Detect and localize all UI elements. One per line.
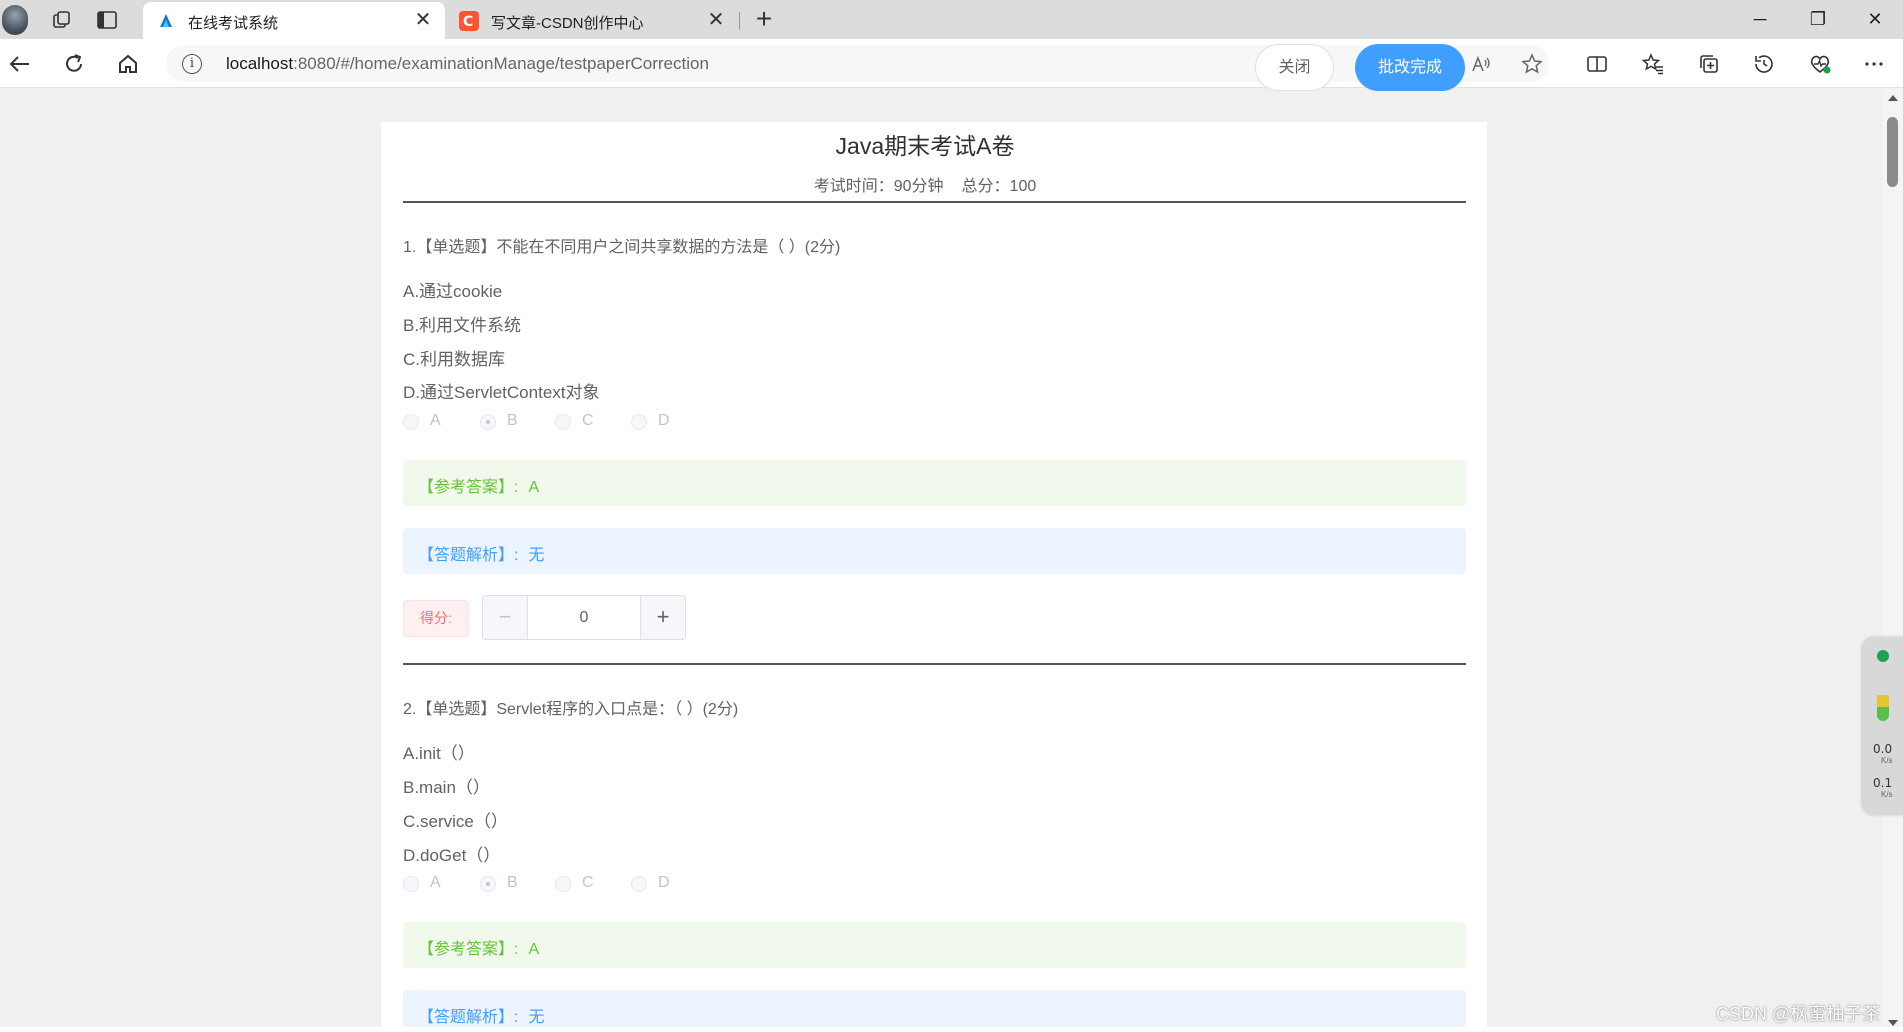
back-icon[interactable] (5, 49, 35, 79)
url-text[interactable]: localhost:8080/#/home/examinationManage/… (226, 54, 709, 74)
decrease-score-button[interactable]: − (483, 596, 528, 639)
read-aloud-icon[interactable] (1470, 53, 1492, 75)
performance-icon[interactable] (1808, 52, 1832, 76)
question-divider (403, 663, 1466, 665)
site-info-icon[interactable]: i (182, 54, 202, 74)
question-1-option-a: A.通过cookie (403, 282, 503, 301)
grading-done-button[interactable]: 批改完成 (1355, 44, 1465, 91)
radio-label: A (430, 874, 441, 891)
answer-value: A (528, 479, 540, 496)
exam-title: Java期末考试A卷 (835, 133, 1015, 159)
answer-label: 【参考答案】: (418, 479, 519, 496)
analysis-value: 无 (528, 547, 545, 564)
close-tab-icon[interactable]: ✕ (704, 8, 728, 32)
analysis-value: 无 (528, 1009, 545, 1026)
minimize-button[interactable]: ─ (1735, 4, 1785, 34)
score-input[interactable]: 0 (528, 596, 640, 639)
url-host: localhost (226, 54, 294, 73)
increase-score-button[interactable]: + (640, 596, 685, 639)
header-divider (403, 201, 1466, 203)
question-1-title: 1.【单选题】不能在不同用户之间共享数据的方法是（ ）(2分) (403, 239, 841, 256)
favorite-star-icon[interactable] (1521, 53, 1543, 75)
more-menu-icon[interactable] (1862, 52, 1886, 76)
workspaces-icon[interactable] (50, 8, 74, 32)
restore-button[interactable]: ❐ (1793, 4, 1843, 34)
tab-csdn[interactable]: C 写文章-CSDN创作中心 ✕ (446, 2, 738, 39)
radio-label: A (430, 412, 441, 429)
bottom-edge (0, 1027, 1903, 1032)
status-dot-icon (1877, 650, 1889, 662)
tab-title: 写文章-CSDN创作中心 (491, 15, 644, 32)
tab-separator (739, 12, 740, 30)
browser-toolbar: i localhost:8080/#/home/examinationManag… (0, 39, 1903, 88)
radio-label: C (582, 412, 594, 429)
close-tab-icon[interactable]: ✕ (411, 8, 435, 32)
history-icon[interactable] (1752, 52, 1776, 76)
question-1-analysis: 【答题解析】: 无 (403, 528, 1466, 574)
question-1-option-d: D.通过ServletContext对象 (403, 383, 600, 402)
favorites-icon[interactable] (1641, 52, 1665, 76)
page-scrollbar[interactable] (1883, 89, 1903, 1032)
home-icon[interactable] (113, 49, 143, 79)
vertical-tabs-icon[interactable] (95, 8, 119, 32)
radio-label: D (658, 412, 670, 429)
scrollbar-thumb[interactable] (1887, 117, 1898, 187)
browser-tab-bar: 在线考试系统 ✕ C 写文章-CSDN创作中心 ✕ + ─ ❐ ✕ (0, 0, 1903, 39)
csdn-icon: C (459, 11, 479, 31)
exam-system-icon (156, 11, 176, 31)
question-1-reference-answer: 【参考答案】: A (403, 460, 1466, 506)
tab-title: 在线考试系统 (188, 15, 279, 32)
usage-bar-icon (1877, 695, 1889, 707)
address-bar[interactable]: i localhost:8080/#/home/examinationManag… (166, 45, 1549, 82)
url-path: :8080/#/home/examinationManage/testpaper… (293, 54, 709, 73)
question-1-option-c: C.利用数据库 (403, 350, 505, 369)
profile-avatar[interactable] (2, 5, 28, 35)
scroll-up-icon[interactable] (1888, 95, 1898, 101)
download-unit: K/s (1881, 790, 1893, 799)
answer-value: A (528, 941, 540, 958)
exam-total-score: 总分：100 (961, 178, 1037, 195)
question-1-option-b: B.利用文件系统 (403, 316, 522, 335)
question-2-option-a: A.init（） (403, 744, 475, 763)
radio-label: C (582, 874, 594, 891)
new-tab-button[interactable]: + (750, 5, 778, 34)
analysis-label: 【答题解析】: (418, 547, 519, 564)
refresh-icon[interactable] (59, 49, 89, 79)
window-close-button[interactable]: ✕ (1850, 4, 1900, 34)
question-2-title: 2.【单选题】Servlet程序的入口点是：（ ）(2分) (403, 701, 739, 718)
answer-label: 【参考答案】: (418, 941, 519, 958)
question-2-analysis: 【答题解析】: 无 (403, 990, 1466, 1027)
score-stepper[interactable]: − 0 + (482, 595, 686, 640)
download-speed: 0.1 (1873, 776, 1893, 790)
upload-unit: K/s (1881, 756, 1893, 765)
tab-exam-system[interactable]: 在线考试系统 ✕ (143, 2, 445, 39)
upload-speed: 0.0 (1873, 742, 1893, 756)
question-2-option-c: C.service（） (403, 812, 508, 831)
csdn-watermark: CSDN @枫蜜柚子茶 (1716, 1004, 1881, 1024)
question-2-option-b: B.main（） (403, 778, 490, 797)
radio-label: D (658, 874, 670, 891)
analysis-label: 【答题解析】: (418, 1009, 519, 1026)
split-screen-icon[interactable] (1585, 52, 1609, 76)
exam-time: 考试时间：90分钟 (813, 178, 944, 195)
close-button[interactable]: 关闭 (1255, 44, 1334, 91)
question-2-option-d: D.doGet（） (403, 846, 501, 865)
svg-text:C: C (463, 14, 473, 30)
collections-icon[interactable] (1697, 52, 1721, 76)
radio-label: B (507, 412, 518, 429)
usage-bar-icon (1877, 707, 1889, 721)
exam-info: 考试时间：90分钟 总分：100 (381, 172, 1469, 196)
radio-label: B (507, 874, 518, 891)
scroll-down-icon[interactable] (1888, 1020, 1898, 1026)
score-tag: 得分: (403, 600, 469, 637)
question-2-reference-answer: 【参考答案】: A (403, 922, 1466, 968)
net-speed-widget[interactable]: 0.0 K/s 0.1 K/s (1863, 637, 1903, 815)
